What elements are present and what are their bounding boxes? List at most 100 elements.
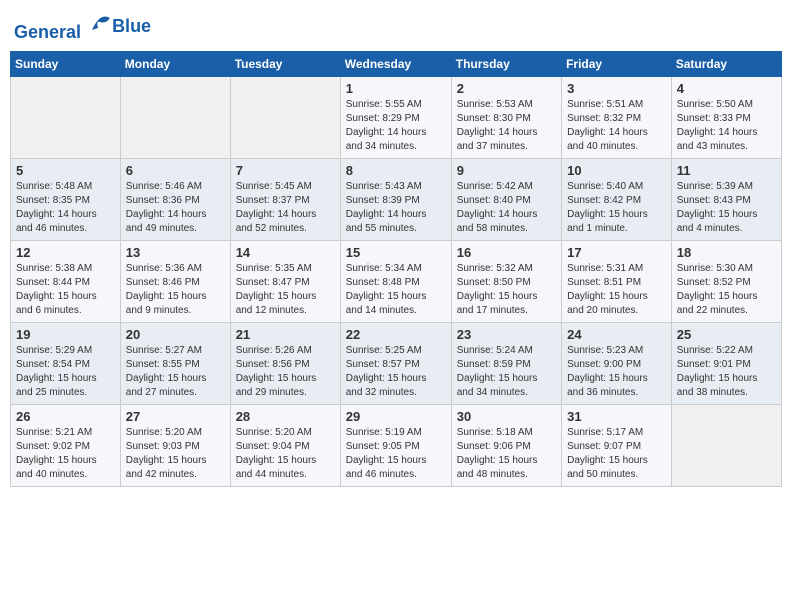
calendar-cell: 16Sunrise: 5:32 AM Sunset: 8:50 PM Dayli… — [451, 240, 561, 322]
calendar-cell — [11, 76, 121, 158]
day-info: Sunrise: 5:35 AM Sunset: 8:47 PM Dayligh… — [236, 262, 335, 318]
calendar-cell: 11 Sunrise: 5:39 AM Sunset: 8:43 PM Dayli… — [671, 158, 781, 240]
day-number: 24 — [567, 327, 666, 342]
calendar-cell: 5 Sunrise: 5:48 AM Sunset: 8:35 PM Daylig… — [11, 158, 121, 240]
calendar-cell: 29 Sunrise: 5:19 AM Sunset: 9:05 PM Dayli… — [340, 404, 451, 486]
day-info: Sunrise: 5:25 AM Sunset: 8:57 PM Dayligh… — [346, 344, 446, 400]
calendar-cell: 14 Sunrise: 5:35 AM Sunset: 8:47 PM Dayli… — [230, 240, 340, 322]
calendar-cell: 2 Sunrise: 5:53 AM Sunset: 8:30 PM Daylig… — [451, 76, 561, 158]
day-info: Sunrise: 5:18 AM Sunset: 9:06 PM Dayligh… — [457, 426, 556, 482]
weekday-header-row: SundayMondayTuesdayWednesdayThursdayFrid… — [11, 51, 782, 76]
day-info: Sunrise: 5:53 AM Sunset: 8:30 PM Dayligh… — [457, 98, 556, 154]
day-number: 11 — [677, 163, 776, 178]
day-info: Sunrise: 5:42 AM Sunset: 8:40 PM Dayligh… — [457, 180, 556, 236]
calendar-cell: 17 Sunrise: 5:31 AM Sunset: 8:51 PM Dayli… — [562, 240, 672, 322]
calendar-cell: 8 Sunrise: 5:43 AM Sunset: 8:39 PM Daylig… — [340, 158, 451, 240]
day-number: 30 — [457, 409, 556, 424]
day-number: 4 — [677, 81, 776, 96]
day-info: Sunrise: 5:20 AM Sunset: 9:03 PM Dayligh… — [126, 426, 225, 482]
day-number: 14 — [236, 245, 335, 260]
calendar-week-row: 5 Sunrise: 5:48 AM Sunset: 8:35 PM Daylig… — [11, 158, 782, 240]
calendar-cell: 12Sunrise: 5:38 AM Sunset: 8:44 PM Dayli… — [11, 240, 121, 322]
calendar-cell: 7 Sunrise: 5:45 AM Sunset: 8:37 PM Daylig… — [230, 158, 340, 240]
day-number: 5 — [16, 163, 115, 178]
weekday-label: Thursday — [451, 51, 561, 76]
calendar-cell: 10 Sunrise: 5:40 AM Sunset: 8:42 PM Dayli… — [562, 158, 672, 240]
day-number: 31 — [567, 409, 666, 424]
day-number: 17 — [567, 245, 666, 260]
weekday-label: Sunday — [11, 51, 121, 76]
calendar-table: SundayMondayTuesdayWednesdayThursdayFrid… — [10, 51, 782, 487]
day-number: 2 — [457, 81, 556, 96]
calendar-cell — [230, 76, 340, 158]
calendar-cell — [120, 76, 230, 158]
day-number: 3 — [567, 81, 666, 96]
calendar-cell: 28Sunrise: 5:20 AM Sunset: 9:04 PM Dayli… — [230, 404, 340, 486]
day-info: Sunrise: 5:39 AM Sunset: 8:43 PM Dayligh… — [677, 180, 776, 236]
calendar-cell: 3 Sunrise: 5:51 AM Sunset: 8:32 PM Daylig… — [562, 76, 672, 158]
calendar-cell: 9Sunrise: 5:42 AM Sunset: 8:40 PM Daylig… — [451, 158, 561, 240]
day-info: Sunrise: 5:29 AM Sunset: 8:54 PM Dayligh… — [16, 344, 115, 400]
calendar-cell: 30 Sunrise: 5:18 AM Sunset: 9:06 PM Dayli… — [451, 404, 561, 486]
day-number: 13 — [126, 245, 225, 260]
calendar-cell: 21Sunrise: 5:26 AM Sunset: 8:56 PM Dayli… — [230, 322, 340, 404]
calendar-week-row: 1Sunrise: 5:55 AM Sunset: 8:29 PM Daylig… — [11, 76, 782, 158]
calendar-cell: 23 Sunrise: 5:24 AM Sunset: 8:59 PM Dayli… — [451, 322, 561, 404]
day-number: 23 — [457, 327, 556, 342]
day-number: 25 — [677, 327, 776, 342]
day-info: Sunrise: 5:31 AM Sunset: 8:51 PM Dayligh… — [567, 262, 666, 318]
weekday-label: Friday — [562, 51, 672, 76]
day-info: Sunrise: 5:32 AM Sunset: 8:50 PM Dayligh… — [457, 262, 556, 318]
calendar-cell: 31Sunrise: 5:17 AM Sunset: 9:07 PM Dayli… — [562, 404, 672, 486]
day-number: 10 — [567, 163, 666, 178]
day-number: 26 — [16, 409, 115, 424]
weekday-label: Monday — [120, 51, 230, 76]
calendar-cell: 25Sunrise: 5:22 AM Sunset: 9:01 PM Dayli… — [671, 322, 781, 404]
day-number: 12 — [16, 245, 115, 260]
page-header: General Blue — [10, 10, 782, 43]
day-number: 22 — [346, 327, 446, 342]
day-number: 20 — [126, 327, 225, 342]
day-number: 7 — [236, 163, 335, 178]
day-info: Sunrise: 5:51 AM Sunset: 8:32 PM Dayligh… — [567, 98, 666, 154]
calendar-cell: 1Sunrise: 5:55 AM Sunset: 8:29 PM Daylig… — [340, 76, 451, 158]
day-info: Sunrise: 5:21 AM Sunset: 9:02 PM Dayligh… — [16, 426, 115, 482]
day-info: Sunrise: 5:43 AM Sunset: 8:39 PM Dayligh… — [346, 180, 446, 236]
weekday-label: Wednesday — [340, 51, 451, 76]
weekday-label: Tuesday — [230, 51, 340, 76]
logo: General Blue — [14, 10, 151, 43]
day-info: Sunrise: 5:45 AM Sunset: 8:37 PM Dayligh… — [236, 180, 335, 236]
calendar-cell — [671, 404, 781, 486]
calendar-cell: 13 Sunrise: 5:36 AM Sunset: 8:46 PM Dayli… — [120, 240, 230, 322]
day-number: 21 — [236, 327, 335, 342]
day-number: 19 — [16, 327, 115, 342]
calendar-cell: 26 Sunrise: 5:21 AM Sunset: 9:02 PM Dayli… — [11, 404, 121, 486]
calendar-cell: 18 Sunrise: 5:30 AM Sunset: 8:52 PM Dayli… — [671, 240, 781, 322]
day-info: Sunrise: 5:40 AM Sunset: 8:42 PM Dayligh… — [567, 180, 666, 236]
calendar-cell: 4 Sunrise: 5:50 AM Sunset: 8:33 PM Daylig… — [671, 76, 781, 158]
calendar-week-row: 12Sunrise: 5:38 AM Sunset: 8:44 PM Dayli… — [11, 240, 782, 322]
day-info: Sunrise: 5:30 AM Sunset: 8:52 PM Dayligh… — [677, 262, 776, 318]
logo-blue: Blue — [112, 17, 151, 37]
day-info: Sunrise: 5:24 AM Sunset: 8:59 PM Dayligh… — [457, 344, 556, 400]
day-number: 8 — [346, 163, 446, 178]
calendar-cell: 19 Sunrise: 5:29 AM Sunset: 8:54 PM Dayli… — [11, 322, 121, 404]
calendar-cell: 22 Sunrise: 5:25 AM Sunset: 8:57 PM Dayli… — [340, 322, 451, 404]
day-number: 29 — [346, 409, 446, 424]
calendar-cell: 20 Sunrise: 5:27 AM Sunset: 8:55 PM Dayli… — [120, 322, 230, 404]
calendar-body: 1Sunrise: 5:55 AM Sunset: 8:29 PM Daylig… — [11, 76, 782, 486]
day-info: Sunrise: 5:20 AM Sunset: 9:04 PM Dayligh… — [236, 426, 335, 482]
day-number: 18 — [677, 245, 776, 260]
day-info: Sunrise: 5:50 AM Sunset: 8:33 PM Dayligh… — [677, 98, 776, 154]
calendar-cell: 27Sunrise: 5:20 AM Sunset: 9:03 PM Dayli… — [120, 404, 230, 486]
calendar-cell: 24 Sunrise: 5:23 AM Sunset: 9:00 PM Dayli… — [562, 322, 672, 404]
calendar-cell: 6Sunrise: 5:46 AM Sunset: 8:36 PM Daylig… — [120, 158, 230, 240]
day-info: Sunrise: 5:36 AM Sunset: 8:46 PM Dayligh… — [126, 262, 225, 318]
day-info: Sunrise: 5:27 AM Sunset: 8:55 PM Dayligh… — [126, 344, 225, 400]
day-info: Sunrise: 5:23 AM Sunset: 9:00 PM Dayligh… — [567, 344, 666, 400]
day-info: Sunrise: 5:19 AM Sunset: 9:05 PM Dayligh… — [346, 426, 446, 482]
day-info: Sunrise: 5:48 AM Sunset: 8:35 PM Dayligh… — [16, 180, 115, 236]
day-number: 1 — [346, 81, 446, 96]
day-number: 6 — [126, 163, 225, 178]
day-info: Sunrise: 5:34 AM Sunset: 8:48 PM Dayligh… — [346, 262, 446, 318]
